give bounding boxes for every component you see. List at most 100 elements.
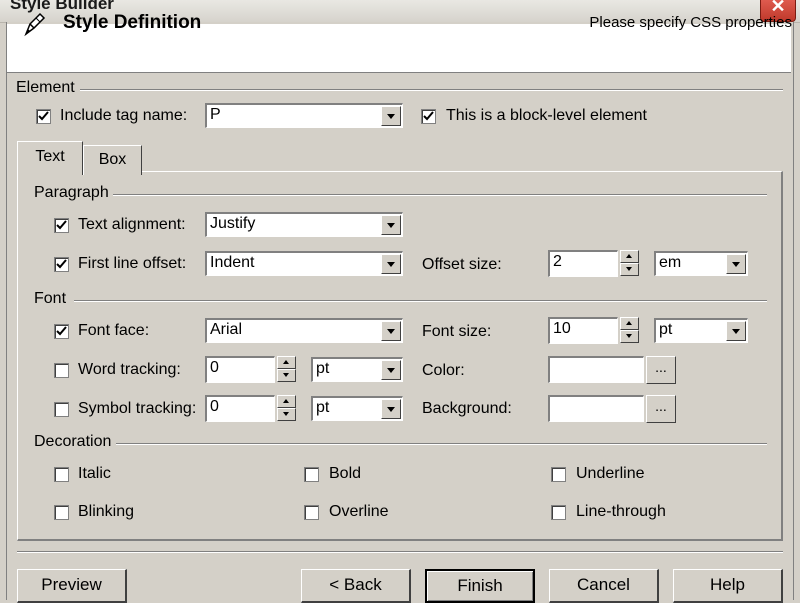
line-through-checkbox[interactable] — [551, 505, 566, 520]
checkmark-icon — [38, 111, 49, 121]
symbol-tracking-unit-value: pt — [316, 399, 330, 416]
chevron-down-icon[interactable] — [381, 254, 401, 274]
spin-up-icon[interactable] — [620, 317, 639, 330]
symbol-tracking-spinner[interactable] — [277, 395, 296, 421]
checkmark-icon — [56, 259, 67, 269]
paragraph-group-label: Paragraph — [34, 184, 109, 201]
word-tracking-unit-value: pt — [316, 360, 330, 377]
word-tracking-checkbox[interactable] — [54, 363, 69, 378]
preview-button[interactable]: Preview — [17, 569, 127, 603]
font-face-select[interactable]: Arial — [205, 318, 403, 343]
chevron-down-icon[interactable] — [726, 254, 746, 274]
background-picker-button[interactable]: ... — [646, 395, 676, 423]
first-line-offset-value: Indent — [210, 254, 255, 271]
symbol-tracking-unit-select[interactable]: pt — [311, 396, 403, 421]
button-bar-divider — [17, 551, 783, 553]
blinking-checkbox[interactable] — [54, 505, 69, 520]
symbol-tracking-input[interactable]: 0 — [205, 395, 275, 422]
spin-down-icon[interactable] — [620, 263, 639, 276]
offset-unit-value: em — [659, 254, 682, 271]
offset-size-value: 2 — [553, 253, 562, 270]
font-size-unit-select[interactable]: pt — [654, 318, 748, 343]
first-line-offset-checkbox[interactable] — [54, 257, 69, 272]
tab-text-label: Text — [35, 148, 65, 165]
background-input[interactable] — [548, 395, 644, 422]
text-alignment-checkbox[interactable] — [54, 218, 69, 233]
color-input[interactable] — [548, 356, 644, 383]
decoration-group-label: Decoration — [34, 433, 112, 450]
font-group-label: Font — [34, 290, 67, 307]
chevron-down-icon[interactable] — [381, 360, 401, 380]
back-button[interactable]: < Back — [301, 569, 411, 603]
word-tracking-value: 0 — [210, 359, 219, 376]
ellipsis-icon: ... — [655, 398, 667, 414]
italic-label: Italic — [78, 465, 111, 482]
bold-label: Bold — [329, 465, 362, 482]
help-button-label: Help — [710, 575, 745, 594]
underline-checkbox[interactable] — [551, 467, 566, 482]
spin-up-icon[interactable] — [277, 395, 296, 408]
help-button[interactable]: Help — [673, 569, 783, 603]
color-picker-button[interactable]: ... — [646, 356, 676, 384]
word-tracking-unit-select[interactable]: pt — [311, 357, 403, 382]
offset-size-label: Offset size: — [422, 256, 502, 273]
first-line-offset-select[interactable]: Indent — [205, 251, 403, 276]
offset-unit-select[interactable]: em — [654, 251, 748, 276]
block-level-checkbox[interactable] — [421, 109, 436, 124]
font-face-label: Font face: — [78, 322, 150, 339]
offset-size-input[interactable]: 2 — [548, 250, 618, 277]
chevron-down-icon[interactable] — [381, 215, 401, 235]
color-label: Color: — [422, 362, 465, 379]
spin-down-icon[interactable] — [620, 330, 639, 343]
word-tracking-label: Word tracking: — [78, 361, 181, 378]
element-group-label: Element — [16, 79, 75, 96]
word-tracking-input[interactable]: 0 — [205, 356, 275, 383]
header-hint: Please specify CSS properties — [589, 14, 792, 31]
cancel-button-label: Cancel — [577, 575, 630, 594]
font-size-value: 10 — [553, 320, 571, 337]
ellipsis-icon: ... — [655, 359, 667, 375]
finish-button[interactable]: Finish — [425, 569, 535, 603]
spin-up-icon[interactable] — [277, 356, 296, 369]
page-title: Style Definition — [63, 12, 202, 33]
pen-icon — [20, 10, 48, 38]
spin-up-icon[interactable] — [620, 250, 639, 263]
symbol-tracking-value: 0 — [210, 398, 219, 415]
symbol-tracking-checkbox[interactable] — [54, 402, 69, 417]
line-through-label: Line-through — [576, 503, 666, 520]
blinking-label: Blinking — [78, 503, 135, 520]
tag-name-value: P — [210, 106, 221, 123]
chevron-down-icon[interactable] — [726, 321, 746, 341]
font-size-label: Font size: — [422, 323, 492, 340]
tab-box[interactable]: Box — [83, 145, 142, 175]
tab-text[interactable]: Text — [17, 141, 83, 175]
overline-label: Overline — [329, 503, 389, 520]
tag-name-select[interactable]: P — [205, 103, 403, 128]
bold-checkbox[interactable] — [304, 467, 319, 482]
font-size-spinner[interactable] — [620, 317, 639, 343]
paragraph-group-divider — [113, 194, 767, 196]
text-alignment-select[interactable]: Justify — [205, 212, 403, 237]
cancel-button[interactable]: Cancel — [549, 569, 659, 603]
font-size-input[interactable]: 10 — [548, 317, 618, 344]
checkmark-icon — [56, 326, 67, 336]
font-group-divider — [74, 300, 767, 302]
chevron-down-icon[interactable] — [381, 321, 401, 341]
element-group-divider — [80, 89, 783, 91]
include-tag-checkbox[interactable] — [36, 109, 51, 124]
first-line-offset-label: First line offset: — [78, 255, 187, 272]
chevron-down-icon[interactable] — [381, 106, 401, 126]
font-face-value: Arial — [210, 321, 243, 338]
underline-label: Underline — [576, 465, 645, 482]
preview-button-label: Preview — [41, 575, 102, 594]
word-tracking-spinner[interactable] — [277, 356, 296, 382]
italic-checkbox[interactable] — [54, 467, 69, 482]
font-face-checkbox[interactable] — [54, 324, 69, 339]
spin-down-icon[interactable] — [277, 369, 296, 382]
tab-box-label: Box — [98, 151, 127, 168]
offset-size-spinner[interactable] — [620, 250, 639, 276]
chevron-down-icon[interactable] — [381, 399, 401, 419]
spin-down-icon[interactable] — [277, 408, 296, 421]
text-alignment-value: Justify — [210, 215, 256, 232]
overline-checkbox[interactable] — [304, 505, 319, 520]
